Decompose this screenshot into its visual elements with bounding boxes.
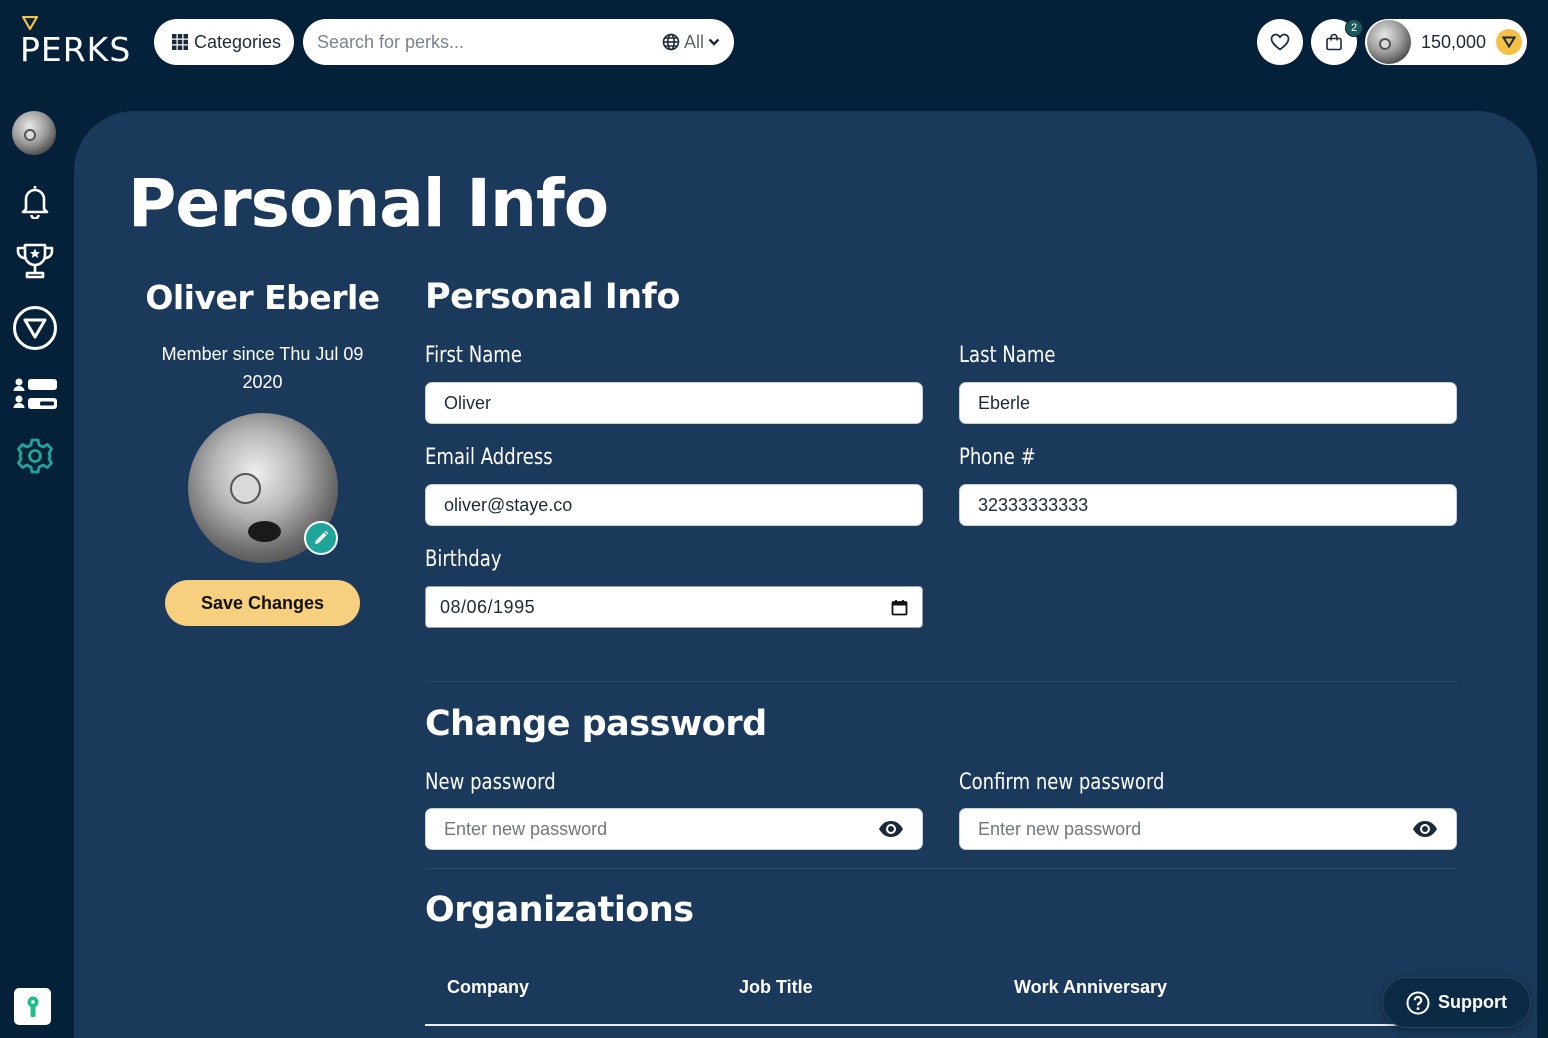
phone-field-wrap <box>959 484 1457 526</box>
pencil-icon <box>315 530 329 544</box>
table-header-divider <box>425 1024 1397 1026</box>
eye-icon[interactable] <box>878 820 904 838</box>
sidebar-item-notifications[interactable] <box>12 178 58 224</box>
confirm-password-input[interactable] <box>978 818 1412 840</box>
shopping-bag-icon <box>1326 33 1342 51</box>
heart-icon <box>1270 33 1290 51</box>
section-divider <box>425 868 1457 869</box>
sidebar-profile-avatar[interactable] <box>12 111 56 155</box>
organizations-heading: Organizations <box>425 890 694 930</box>
search-bar: All <box>303 19 734 65</box>
member-since: Member since Thu Jul 09 2020 <box>161 344 364 392</box>
search-scope-value: All <box>683 31 704 52</box>
confirm-password-label: Confirm new password <box>959 770 1165 795</box>
new-password-field-wrap <box>425 808 923 850</box>
birthday-input[interactable] <box>440 596 891 618</box>
support-button[interactable]: Support <box>1382 977 1531 1028</box>
last-name-label: Last Name <box>959 343 1056 368</box>
wishlist-button[interactable] <box>1257 19 1303 65</box>
search-input[interactable] <box>317 31 662 53</box>
eye-icon[interactable] <box>1412 820 1438 838</box>
change-password-heading: Change password <box>425 704 767 744</box>
grid-icon <box>172 34 188 50</box>
first-name-label: First Name <box>425 343 522 368</box>
password-manager-button[interactable] <box>14 988 51 1025</box>
email-input[interactable] <box>444 494 904 516</box>
perks-coin-icon <box>1496 29 1523 55</box>
avatar <box>1367 20 1411 64</box>
email-label: Email Address <box>425 445 553 470</box>
save-changes-button[interactable]: Save Changes <box>165 580 360 626</box>
trophy-icon <box>16 243 54 279</box>
phone-input[interactable] <box>978 494 1438 516</box>
page-title: Personal Info <box>128 165 609 242</box>
edit-avatar-button[interactable] <box>304 521 338 555</box>
perks-logo[interactable]: PERKS <box>20 16 132 69</box>
chevron-down-icon <box>708 38 720 46</box>
personal-info-heading: Personal Info <box>425 277 680 317</box>
search-scope-select[interactable]: All <box>662 32 720 53</box>
first-name-field-wrap <box>425 382 923 424</box>
main-panel <box>74 111 1537 1038</box>
phone-label: Phone # <box>959 445 1036 470</box>
categories-label: Categories <box>194 31 282 52</box>
birthday-label: Birthday <box>425 547 502 572</box>
keyhole-icon <box>27 996 38 1017</box>
section-divider <box>425 681 1457 682</box>
confirm-password-field-wrap <box>959 808 1457 850</box>
logo-triangle-icon <box>22 16 38 30</box>
profile-name: Oliver Eberle <box>145 278 380 317</box>
logo-wordmark: PERKS <box>20 30 132 69</box>
help-circle-icon <box>1406 991 1430 1014</box>
calendar-icon[interactable] <box>891 599 908 616</box>
support-label: Support <box>1438 992 1507 1012</box>
new-password-input[interactable] <box>444 818 878 840</box>
column-header-company[interactable]: Company <box>447 977 529 998</box>
sidebar-item-directory[interactable] <box>12 371 58 417</box>
first-name-input[interactable] <box>444 392 904 414</box>
bell-icon <box>21 186 49 219</box>
sidebar-item-achievements[interactable] <box>12 238 58 284</box>
globe-icon <box>662 33 680 51</box>
birthday-field-wrap <box>425 586 923 628</box>
categories-button[interactable]: Categories <box>154 19 294 65</box>
last-name-field-wrap <box>959 382 1457 424</box>
cart-count-badge: 2 <box>1345 19 1363 37</box>
account-menu[interactable]: 150,000 <box>1365 19 1527 65</box>
email-field-wrap <box>425 484 923 526</box>
perks-token-icon <box>13 306 57 350</box>
column-header-job-title[interactable]: Job Title <box>739 977 813 998</box>
last-name-input[interactable] <box>978 392 1438 414</box>
gear-icon <box>17 438 53 474</box>
column-header-work-anniversary[interactable]: Work Anniversary <box>1014 977 1167 998</box>
sidebar-item-perks[interactable] <box>12 305 58 351</box>
new-password-label: New password <box>425 770 556 795</box>
points-balance: 150,000 <box>1421 31 1487 52</box>
sidebar-item-settings[interactable] <box>12 433 58 479</box>
id-cards-icon <box>13 378 57 409</box>
